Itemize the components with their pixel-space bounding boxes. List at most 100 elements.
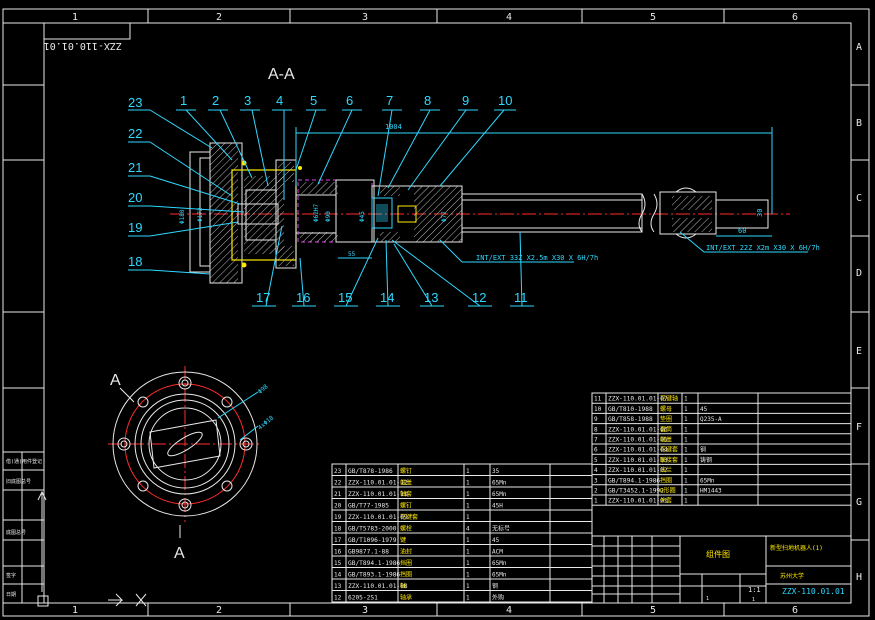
- dim-55: 55: [348, 251, 356, 258]
- bom-lower-cell-code: GB/T77-1985: [348, 503, 389, 510]
- bom-upper-cell-qty: 1: [684, 416, 688, 423]
- bom-upper-cell-qty: 1: [684, 488, 688, 495]
- balloon-4: 4: [276, 93, 283, 108]
- bom-upper-cell-no: 10: [594, 406, 602, 413]
- bom-upper-cell-mat: Q235-A: [700, 416, 722, 423]
- zone-right-h: H: [856, 572, 862, 583]
- title-block: 组件图 新型扫地机器人(1) 苏州大学 ZZX-110.01.01 1:1 1 …: [591, 535, 852, 604]
- bom-lower-cell-code: GB/T894.1-1986: [348, 560, 400, 567]
- zone-top-2: 2: [216, 12, 222, 23]
- section-title: A-A: [268, 66, 295, 83]
- balloon-10: 10: [498, 93, 512, 108]
- bom-lower-cell-no: 15: [334, 560, 342, 567]
- bom-lower-cell-mat: 65Mn: [492, 560, 507, 567]
- bom-lower-cell-code: GB9877.1-88: [348, 549, 389, 556]
- bom-lower-cell-no: 18: [334, 526, 342, 533]
- bom-upper-cell-no: 8: [594, 426, 598, 433]
- bom-lower-cell-code: GB/T893.1-1986: [348, 572, 400, 579]
- balloon-12: 12: [472, 290, 486, 305]
- bom-lower-cell-qty: 1: [466, 537, 470, 544]
- bom-upper-cell-qty: 1: [684, 406, 688, 413]
- view-label-top: A: [110, 372, 121, 389]
- bom-lower-cell-qty: 4: [466, 526, 470, 533]
- bom-lower-cell-no: 23: [334, 468, 342, 475]
- bom-lower-cell-code: GB/T1096-1979: [348, 537, 397, 544]
- bom-upper-cell-no: 5: [594, 457, 598, 464]
- bom-lower-cell-mat: 65Mn: [492, 491, 507, 498]
- bom-upper-cell-mat: 45: [700, 406, 708, 413]
- balloon-5: 5: [310, 93, 317, 108]
- bom-lower-cell-mat: 钢: [492, 582, 498, 590]
- zone-top-4: 4: [506, 12, 512, 23]
- bom-lower-cell-mat: 45H: [492, 503, 503, 510]
- bom-lower-cell-qty: 1: [466, 583, 470, 590]
- bom-upper-cell-qty: 1: [684, 498, 688, 505]
- drawing-name: 新型扫地机器人(1): [770, 544, 823, 552]
- balloon-9: 9: [462, 93, 469, 108]
- bom-lower-cell-name: 轴: [400, 582, 406, 590]
- bom-lower-cell-name: 花键套: [400, 513, 418, 521]
- bom-upper-cell-name: 花键轴: [660, 395, 678, 403]
- balloon-21: 21: [128, 160, 142, 175]
- bom-upper-cell-code: GB/T858-1988: [608, 416, 653, 423]
- bom-lower-cell-name: 轴套: [400, 490, 412, 498]
- bom-upper-cell-code: ZZX-110.01.01-01: [608, 498, 668, 505]
- balloon-6: 6: [346, 93, 353, 108]
- zone-top-3: 3: [362, 12, 368, 23]
- bom-lower-cell-name: 螺栓: [400, 525, 412, 533]
- bom-upper-cell-code: GB/T810-1988: [608, 406, 653, 413]
- balloon-labels: 23 1 2 3 4 5 6 7 8 9 10 22 21 20 19 18 1…: [128, 93, 528, 305]
- balloon-1: 1: [180, 93, 187, 108]
- bom-upper-cell-no: 2: [594, 488, 598, 495]
- bom-table-lower: 23 GB/T878-1986 螺钉 1 35 22 ZZX-110.01.01-12端盖 1…: [331, 463, 593, 603]
- bom-lower-cell-code: GB/T5783-2000: [348, 526, 397, 533]
- bom-upper-cell-code: ZZX-110.01.01-07: [608, 396, 668, 403]
- bom-lower-cell-mat: ACM: [492, 549, 503, 556]
- drawing-type: 组件图: [706, 549, 730, 559]
- bom-lower-cell-no: 12: [334, 595, 342, 602]
- bom-lower-cell-qty: 1: [466, 560, 470, 567]
- bom-table-upper: 11 ZZX-110.01.01-07花键轴 110 GB/T810-1988 螺母 1 4…: [591, 392, 852, 506]
- bom-upper-cell-code: ZZX-110.01.01-04: [608, 447, 668, 454]
- bom-upper-cell-mat: 铸钢: [700, 456, 712, 464]
- zone-top-1: 1: [72, 12, 78, 23]
- zone-bottom-4: 4: [506, 605, 512, 616]
- bom-upper-cell-name: 联接套: [660, 456, 678, 464]
- dim-phi45: Φ45: [359, 211, 366, 222]
- zone-bottom-5: 5: [650, 605, 656, 616]
- bom-upper-cell-qty: 1: [684, 477, 688, 484]
- zone-bottom-6: 6: [792, 605, 798, 616]
- sheet-value: 1: [706, 596, 709, 602]
- zone-bottom-3: 3: [362, 605, 368, 616]
- dim-overall: 1004: [385, 123, 402, 131]
- bom-lower-cell-no: 20: [334, 503, 342, 510]
- bom-lower-cell-qty: 1: [466, 503, 470, 510]
- balloon-2: 2: [212, 93, 219, 108]
- dim-30: 30: [756, 209, 764, 217]
- balloon-23: 23: [128, 95, 142, 110]
- bom-lower-cell-code: ZZX-110.01.01-09: [348, 514, 408, 521]
- zone-top-5: 5: [650, 12, 656, 23]
- bom-lower-cell-qty: 1: [466, 514, 470, 521]
- bom-lower-cell-code: GB/T878-1986: [348, 468, 393, 475]
- zone-right-f: F: [856, 422, 862, 433]
- bom-upper-cell-no: 9: [594, 416, 598, 423]
- bom-upper-cell-qty: 1: [684, 457, 688, 464]
- scale-value: 1:1: [748, 586, 761, 594]
- zone-right-g: G: [856, 497, 862, 508]
- bom-lower-cell-name: 挡圈: [400, 571, 412, 579]
- leader-lines: [128, 109, 534, 307]
- zone-right-a: A: [856, 42, 862, 53]
- dim-phi77: Φ77: [441, 211, 448, 222]
- bom-lower-cell-name: 油封: [400, 548, 412, 556]
- drawing-number-stamp: ZZX-110.01.01: [43, 22, 131, 51]
- bom-lower-cell-no: 17: [334, 537, 342, 544]
- bom-upper-cell-code: ZZX-110.01.01-02: [608, 467, 668, 474]
- bom-lower-cell-qty: 1: [466, 572, 470, 579]
- dim-phi62: Φ62H7: [313, 204, 320, 222]
- bom-lower-cell-qty: 1: [466, 595, 470, 602]
- bom-upper-cell-code: ZZX-110.01.01-03: [608, 457, 668, 464]
- bom-lower-cell-mat: 65Mn: [492, 572, 507, 579]
- bom-upper-cell-qty: 1: [684, 426, 688, 433]
- bom-upper-cell-mat: HM1443: [700, 488, 722, 495]
